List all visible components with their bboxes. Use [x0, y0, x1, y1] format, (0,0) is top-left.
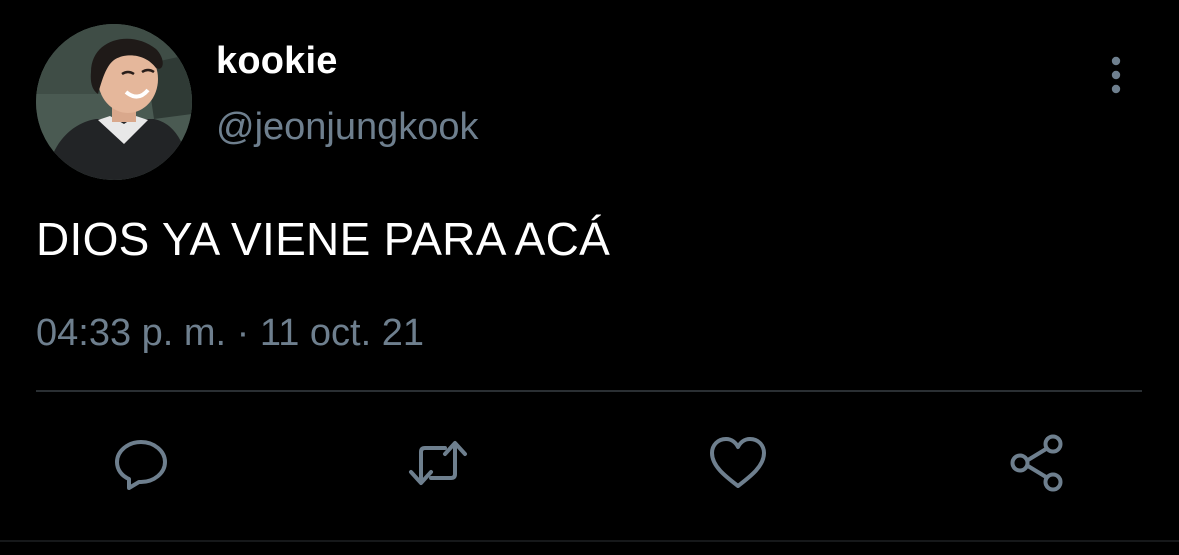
- share-icon: [1010, 434, 1063, 492]
- reply-icon: [115, 440, 167, 490]
- more-vertical-icon: [1111, 56, 1121, 94]
- tweet-text: DIOS YA VIENE PARA ACÁ: [36, 213, 611, 265]
- divider: [36, 390, 1142, 392]
- user-handle[interactable]: @jeonjungkook: [216, 104, 479, 150]
- retweet-button[interactable]: [405, 430, 471, 496]
- reply-button[interactable]: [108, 430, 174, 496]
- avatar-photo: [36, 24, 192, 180]
- avatar[interactable]: [36, 24, 192, 180]
- more-options-button[interactable]: [1096, 52, 1136, 98]
- bottom-divider: [0, 540, 1179, 542]
- heart-icon: [710, 437, 766, 488]
- tweet-card: kookie @jeonjungkook DIOS YA VIENE PARA …: [0, 0, 1179, 555]
- like-button[interactable]: [705, 430, 771, 496]
- tweet-timestamp[interactable]: 04:33 p. m. · 11 oct. 21: [36, 310, 424, 356]
- display-name[interactable]: kookie: [216, 38, 338, 84]
- retweet-icon: [409, 441, 467, 485]
- share-button[interactable]: [1004, 430, 1070, 496]
